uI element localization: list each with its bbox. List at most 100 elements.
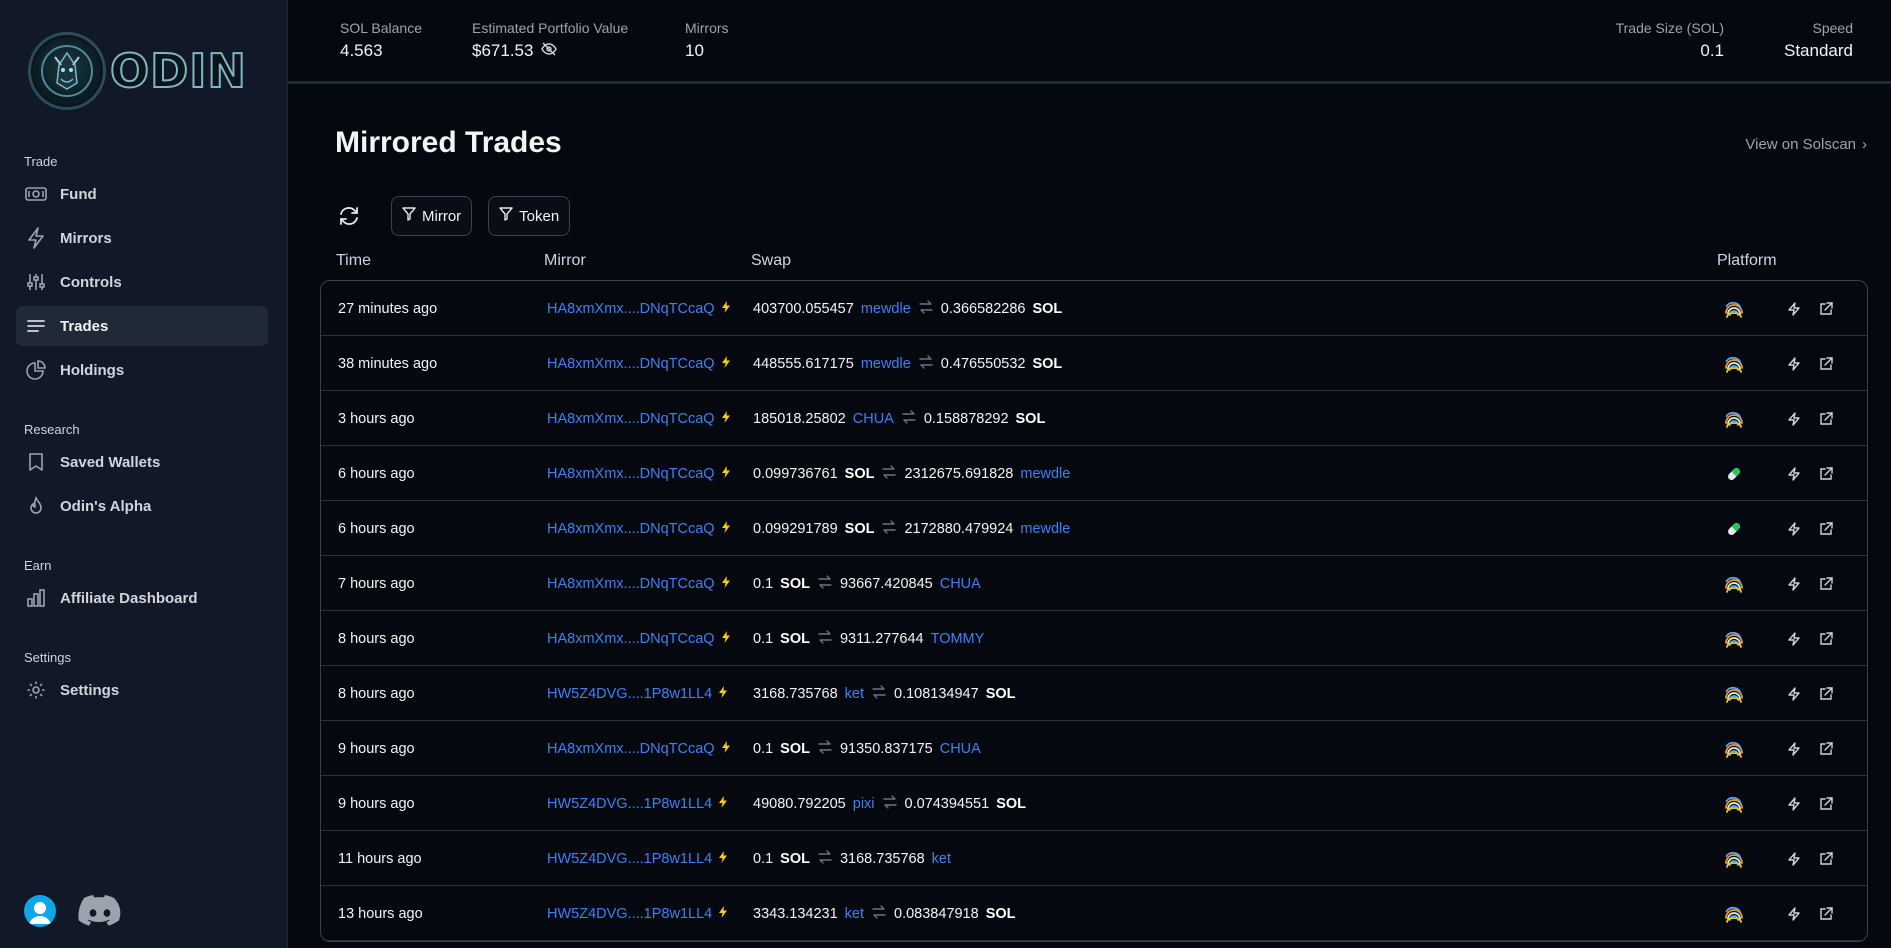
swap-detail: 185018.25802 CHUA 0.158878292 SOL [753, 391, 1045, 446]
external-link-icon[interactable] [1819, 666, 1833, 721]
sidebar-item-fund[interactable]: Fund [16, 174, 268, 214]
mirror-wallet-link[interactable]: HA8xmXmx....DNqTCcaQ [547, 501, 731, 556]
pill-platform-icon [1724, 446, 1744, 501]
stat-value: 4.563 [340, 41, 383, 60]
mirror-wallet-link[interactable]: HW5Z4DVG....1P8w1LL4 [547, 776, 728, 831]
table-row[interactable]: 11 hours ago HW5Z4DVG....1P8w1LL4 0.1 SOL 31… [321, 831, 1867, 886]
lightning-icon [721, 575, 731, 592]
sidebar-item-settings[interactable]: Settings [16, 670, 268, 710]
external-link-icon[interactable] [1819, 336, 1833, 391]
token-filter-button[interactable]: Token [488, 196, 571, 236]
external-link-icon[interactable] [1819, 611, 1833, 666]
swap-out-token[interactable]: TOMMY [931, 631, 985, 647]
mirror-wallet-link[interactable]: HA8xmXmx....DNqTCcaQ [547, 446, 731, 501]
eye-off-icon[interactable] [541, 41, 558, 61]
quick-mirror-icon[interactable] [1787, 281, 1801, 336]
table-row[interactable]: 7 hours ago HA8xmXmx....DNqTCcaQ 0.1 SOL 936… [321, 556, 1867, 611]
external-link-icon[interactable] [1819, 446, 1833, 501]
trade-time: 27 minutes ago [338, 300, 438, 317]
quick-mirror-icon[interactable] [1787, 886, 1801, 941]
table-row[interactable]: 9 hours ago HW5Z4DVG....1P8w1LL4 49080.792… [321, 776, 1867, 831]
swap-out-amount: 0.158878292 [923, 410, 1009, 427]
trade-time: 8 hours ago [338, 685, 415, 702]
sidebar-item-saved-wallets[interactable]: Saved Wallets [16, 442, 268, 482]
swap-in-amount: 403700.055457 [753, 300, 854, 317]
external-link-icon[interactable] [1819, 886, 1833, 941]
external-link-icon[interactable] [1819, 501, 1833, 556]
table-row[interactable]: 6 hours ago HA8xmXmx....DNqTCcaQ 0.0997367… [321, 446, 1867, 501]
swap-out-token: SOL [1032, 300, 1063, 317]
swap-out-token[interactable]: ket [932, 851, 951, 867]
quick-mirror-icon[interactable] [1787, 666, 1801, 721]
table-row[interactable]: 13 hours ago HW5Z4DVG....1P8w1LL4 3343.134… [321, 886, 1867, 941]
external-link-icon[interactable] [1819, 281, 1833, 336]
stat-label: SOL Balance [340, 20, 422, 36]
column-header-time[interactable]: Time [336, 252, 371, 270]
quick-mirror-icon[interactable] [1787, 776, 1801, 831]
swap-out-token[interactable]: mewdle [1020, 521, 1070, 537]
swap-arrows-icon [817, 849, 833, 868]
swap-in-token[interactable]: ket [845, 906, 864, 922]
sidebar-item-trades[interactable]: Trades [16, 306, 268, 346]
external-link-icon[interactable] [1819, 776, 1833, 831]
sidebar-item-holdings[interactable]: Holdings [16, 350, 268, 390]
swap-in-token[interactable]: CHUA [853, 411, 894, 427]
mirror-wallet-link[interactable]: HA8xmXmx....DNqTCcaQ [547, 281, 731, 336]
swap-in-token[interactable]: mewdle [861, 356, 911, 372]
quick-mirror-icon[interactable] [1787, 721, 1801, 776]
column-header-platform[interactable]: Platform [1717, 252, 1777, 270]
sidebar-item-mirrors[interactable]: Mirrors [16, 218, 268, 258]
table-row[interactable]: 8 hours ago HA8xmXmx....DNqTCcaQ 0.1 SOL 931… [321, 611, 1867, 666]
quick-mirror-icon[interactable] [1787, 336, 1801, 391]
sidebar-item-odins-alpha[interactable]: Odin's Alpha [16, 486, 268, 526]
page-title: Mirrored Trades [335, 126, 562, 159]
view-on-solscan-link[interactable]: View on Solscan › [1745, 136, 1867, 153]
table-row[interactable]: 38 minutes ago HA8xmXmx....DNqTCcaQ 448555… [321, 336, 1867, 391]
quick-mirror-icon[interactable] [1787, 391, 1801, 446]
refresh-icon[interactable] [335, 202, 363, 230]
mirror-wallet-link[interactable]: HA8xmXmx....DNqTCcaQ [547, 391, 731, 446]
table-row[interactable]: 8 hours ago HW5Z4DVG....1P8w1LL4 3168.7357… [321, 666, 1867, 721]
mirror-wallet-link[interactable]: HW5Z4DVG....1P8w1LL4 [547, 886, 728, 941]
swap-in-token[interactable]: mewdle [861, 301, 911, 317]
external-link-icon[interactable] [1819, 556, 1833, 611]
quick-mirror-icon[interactable] [1787, 501, 1801, 556]
sidebar-item-affiliate-dashboard[interactable]: Affiliate Dashboard [16, 578, 268, 618]
external-link-icon[interactable] [1819, 721, 1833, 776]
swap-arrows-icon [817, 739, 833, 758]
brand-logo[interactable]: ODIN [28, 32, 247, 110]
quick-mirror-icon[interactable] [1787, 556, 1801, 611]
column-header-swap[interactable]: Swap [751, 252, 791, 270]
external-link-icon[interactable] [1819, 831, 1833, 886]
table-row[interactable]: 9 hours ago HA8xmXmx....DNqTCcaQ 0.1 SOL 913… [321, 721, 1867, 776]
swap-out-token[interactable]: CHUA [940, 576, 981, 592]
swap-in-token[interactable]: ket [845, 686, 864, 702]
mirror-wallet-link[interactable]: HA8xmXmx....DNqTCcaQ [547, 611, 731, 666]
mirror-address: HW5Z4DVG....1P8w1LL4 [547, 795, 713, 812]
discord-icon[interactable] [78, 894, 122, 928]
user-avatar-icon[interactable] [24, 895, 56, 927]
quick-mirror-icon[interactable] [1787, 831, 1801, 886]
mirror-wallet-link[interactable]: HW5Z4DVG....1P8w1LL4 [547, 666, 728, 721]
swap-out-token[interactable]: mewdle [1020, 466, 1070, 482]
column-header-mirror[interactable]: Mirror [544, 252, 586, 270]
swap-arrows-icon [882, 794, 898, 813]
swap-in-token[interactable]: pixi [853, 796, 875, 812]
sidebar-item-controls[interactable]: Controls [16, 262, 268, 302]
mirror-wallet-link[interactable]: HW5Z4DVG....1P8w1LL4 [547, 831, 728, 886]
mirror-wallet-link[interactable]: HA8xmXmx....DNqTCcaQ [547, 336, 731, 391]
swap-out-amount: 2172880.479924 [904, 520, 1014, 537]
rainbow-platform-icon [1724, 391, 1744, 446]
table-row[interactable]: 3 hours ago HA8xmXmx....DNqTCcaQ 185018.25… [321, 391, 1867, 446]
swap-out-amount: 91350.837175 [839, 740, 933, 757]
quick-mirror-icon[interactable] [1787, 611, 1801, 666]
swap-out-token[interactable]: CHUA [940, 741, 981, 757]
table-row[interactable]: 6 hours ago HA8xmXmx....DNqTCcaQ 0.0992917… [321, 501, 1867, 556]
quick-mirror-icon[interactable] [1787, 446, 1801, 501]
trade-time: 3 hours ago [338, 410, 415, 427]
external-link-icon[interactable] [1819, 391, 1833, 446]
mirror-wallet-link[interactable]: HA8xmXmx....DNqTCcaQ [547, 556, 731, 611]
table-row[interactable]: 27 minutes ago HA8xmXmx....DNqTCcaQ 403700… [321, 281, 1867, 336]
mirror-wallet-link[interactable]: HA8xmXmx....DNqTCcaQ [547, 721, 731, 776]
mirror-filter-button[interactable]: Mirror [391, 196, 473, 236]
